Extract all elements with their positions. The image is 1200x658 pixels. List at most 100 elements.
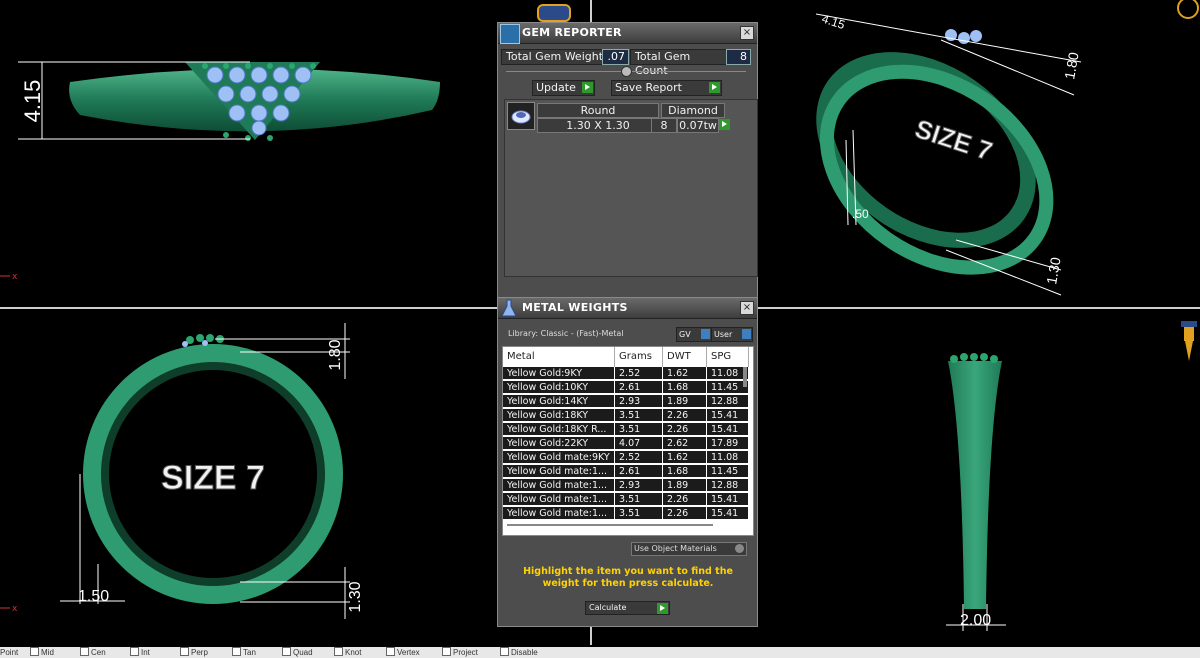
- grams-cell: 3.51: [615, 493, 663, 506]
- save-report-button[interactable]: Save Report: [611, 80, 722, 96]
- osnap-item-label: Point: [0, 648, 19, 657]
- table-row[interactable]: Yellow Gold mate:1... 2.93 1.89 12.88: [503, 479, 749, 492]
- checkbox-icon[interactable]: [334, 647, 343, 656]
- table-row[interactable]: Yellow Gold:18KY 3.51 2.26 15.41: [503, 409, 749, 422]
- vertical-scrollbar[interactable]: [743, 367, 747, 387]
- metal-cell: Yellow Gold:10KY: [503, 381, 615, 394]
- metal-weights-title: METAL WEIGHTS: [522, 301, 628, 314]
- ring-perspective-view: SIZE 7 4.15 1.80 .50 1.30: [815, 0, 1199, 296]
- pin-icon[interactable]: [1181, 321, 1197, 361]
- gem-row-go-button[interactable]: [719, 119, 730, 130]
- ring-front-view: SIZE 7 1.80 1.50 1.30 x: [0, 323, 364, 619]
- dwt-cell: 1.89: [663, 479, 707, 492]
- gem-reporter-titlebar[interactable]: GEM REPORTER ×: [498, 23, 757, 44]
- gv-toggle[interactable]: GV: [676, 327, 712, 342]
- top-dimension-label: 4.15: [20, 80, 45, 123]
- user-toggle[interactable]: User: [711, 327, 753, 342]
- axis-x-label: x: [12, 272, 18, 282]
- viewport-right[interactable]: 2.00: [756, 309, 1200, 645]
- flask-icon: [500, 298, 518, 318]
- table-row[interactable]: Yellow Gold:18KY R... 3.51 2.26 15.41: [503, 423, 749, 436]
- spg-cell: 17.89: [707, 437, 749, 450]
- table-row[interactable]: Yellow Gold:9KY 2.52 1.62 11.08: [503, 367, 749, 380]
- checkbox-icon[interactable]: [30, 647, 39, 656]
- grams-cell: 2.93: [615, 479, 663, 492]
- metal-weights-close-button[interactable]: ×: [740, 301, 754, 315]
- checkbox-icon[interactable]: [442, 647, 451, 656]
- metal-weights-titlebar[interactable]: METAL WEIGHTS ×: [498, 298, 757, 319]
- table-row[interactable]: Yellow Gold:22KY 4.07 2.62 17.89: [503, 437, 749, 450]
- osnap-item-int[interactable]: Int: [130, 647, 150, 658]
- column-header-spg[interactable]: SPG: [707, 347, 749, 367]
- gem-weight-cell: 0.07tw: [677, 118, 719, 133]
- table-row[interactable]: Yellow Gold mate:1... 3.51 2.26 15.41: [503, 493, 749, 506]
- table-row[interactable]: Yellow Gold:10KY 2.61 1.68 11.45: [503, 381, 749, 394]
- checkbox-icon[interactable]: [282, 647, 291, 656]
- dwt-cell: 2.26: [663, 507, 707, 520]
- table-row[interactable]: Yellow Gold:14KY 2.93 1.89 12.88: [503, 395, 749, 408]
- perspective-dim-4: 1.30: [1043, 256, 1064, 286]
- osnap-item-tan[interactable]: Tan: [232, 647, 256, 658]
- column-header-grams[interactable]: Grams: [615, 347, 663, 367]
- use-object-materials-checkbox[interactable]: Use Object Materials: [631, 542, 747, 556]
- instruction-text: Highlight the item you want to find the …: [523, 566, 733, 589]
- table-row[interactable]: Yellow Gold mate:1... 2.61 1.68 11.45: [503, 465, 749, 478]
- osnap-item-label: Tan: [243, 648, 256, 657]
- viewport-top[interactable]: 4.15 x: [0, 0, 497, 307]
- spg-cell: 12.88: [707, 479, 749, 492]
- update-button[interactable]: Update: [532, 80, 595, 96]
- osnap-item-quad[interactable]: Quad: [282, 647, 313, 658]
- gem-reporter-panel[interactable]: GEM REPORTER × Total Gem Weight .07 Tota…: [497, 22, 758, 298]
- column-header-metal[interactable]: Metal: [503, 347, 615, 367]
- osnap-item-vertex[interactable]: Vertex: [386, 647, 420, 658]
- gem-reporter-close-button[interactable]: ×: [740, 26, 754, 40]
- table-row[interactable]: Yellow Gold mate:1... 3.51 2.26 15.41: [503, 507, 749, 520]
- osnap-item-label: Mid: [41, 648, 54, 657]
- front-dim-left: 1.50: [78, 588, 109, 605]
- metal-cell: Yellow Gold mate:1...: [503, 465, 615, 478]
- table-row[interactable]: Yellow Gold mate:9KY 2.52 1.62 11.08: [503, 451, 749, 464]
- panel-collapse-slider[interactable]: [506, 66, 746, 77]
- osnap-item-label: Knot: [345, 648, 362, 657]
- osnap-item-disable[interactable]: Disable: [500, 647, 538, 658]
- viewport-front[interactable]: SIZE 7 1.80 1.50 1.30 x: [0, 309, 497, 645]
- gv-toggle-label: GV: [679, 330, 691, 339]
- gem-list-table[interactable]: Round Diamond 1.30 X 1.30 8 0.07tw: [504, 99, 758, 277]
- grams-cell: 2.52: [615, 367, 663, 380]
- osnap-item-label: Int: [141, 648, 150, 657]
- grams-cell: 3.51: [615, 507, 663, 520]
- osnap-item-mid[interactable]: Mid: [30, 647, 54, 658]
- calculate-button[interactable]: Calculate: [585, 601, 670, 615]
- plugin-toolbar-icon[interactable]: [537, 4, 571, 22]
- grams-cell: 2.61: [615, 381, 663, 394]
- perspective-dim-3: .50: [852, 207, 869, 221]
- checkbox-icon[interactable]: [232, 647, 241, 656]
- osnap-item-point[interactable]: Point: [0, 647, 18, 658]
- horizontal-scrollbar[interactable]: [507, 524, 713, 526]
- checkbox-icon[interactable]: [80, 647, 89, 656]
- osnap-item-perp[interactable]: Perp: [180, 647, 208, 658]
- grams-cell: 3.51: [615, 409, 663, 422]
- play-icon: [722, 121, 727, 127]
- osnap-item-project[interactable]: Project: [442, 647, 478, 658]
- grams-cell: 2.93: [615, 395, 663, 408]
- column-header-dwt[interactable]: DWT: [663, 347, 707, 367]
- viewport-perspective[interactable]: SIZE 7 4.15 1.80 .50 1.30: [756, 0, 1200, 307]
- checkbox-icon[interactable]: [500, 647, 509, 656]
- metal-weights-table[interactable]: Metal Grams DWT SPG Yellow Gold:9KY 2.52 1…: [502, 346, 754, 536]
- osnap-item-label: Perp: [191, 648, 208, 657]
- checkbox-icon[interactable]: [180, 647, 189, 656]
- grams-cell: 4.07: [615, 437, 663, 450]
- metal-cell: Yellow Gold mate:9KY: [503, 451, 615, 464]
- osnap-item-knot[interactable]: Knot: [334, 647, 361, 658]
- dwt-cell: 1.62: [663, 367, 707, 380]
- spg-cell: 15.41: [707, 493, 749, 506]
- checkbox-icon[interactable]: [130, 647, 139, 656]
- dwt-cell: 2.62: [663, 437, 707, 450]
- osnap-item-cen[interactable]: Cen: [80, 647, 106, 658]
- checkbox-icon[interactable]: [386, 647, 395, 656]
- play-icon: [582, 82, 593, 93]
- gem-count-cell: 8: [651, 118, 677, 133]
- metal-weights-panel[interactable]: METAL WEIGHTS × Library: Classic - (Fast…: [497, 297, 758, 627]
- slider-knob-icon[interactable]: [621, 66, 632, 77]
